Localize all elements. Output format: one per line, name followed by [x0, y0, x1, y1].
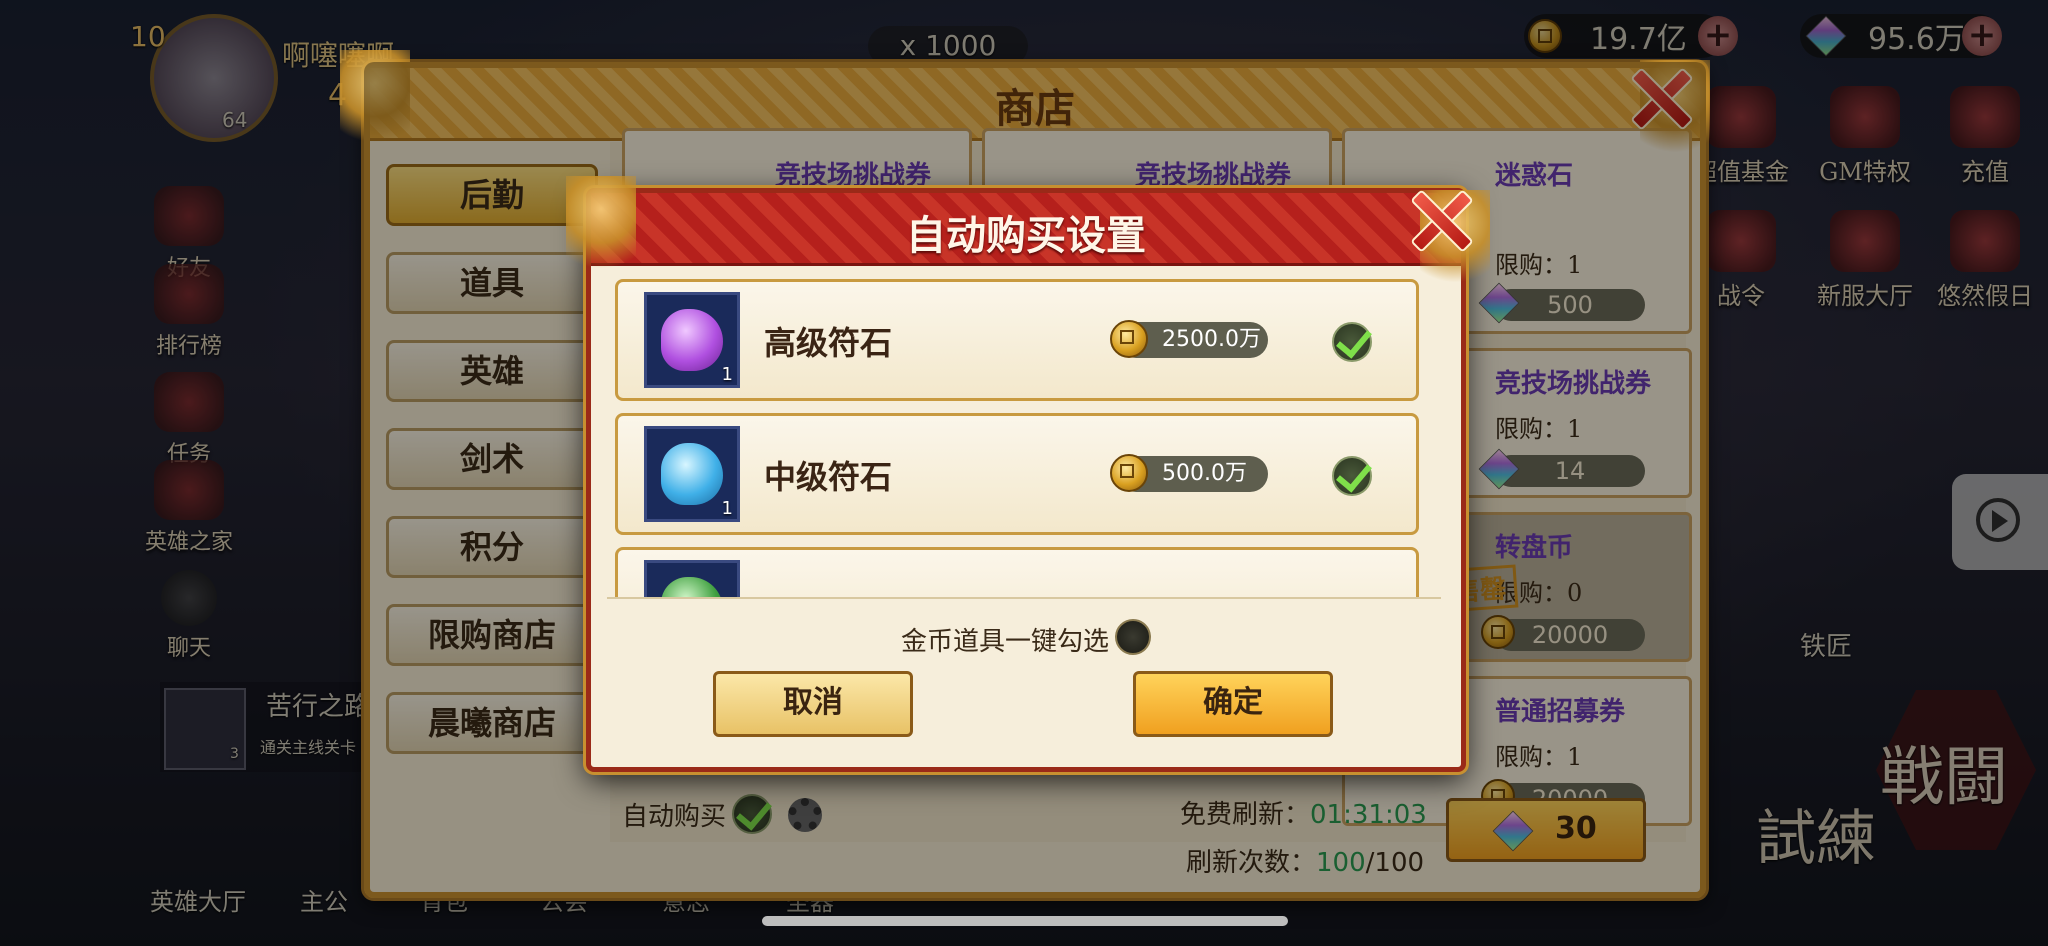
- auto-buy-dialog: 自动购买设置 1 高级符石 2500.0万 1 中级符石 500.0万 金币道具…: [586, 188, 1466, 772]
- dialog-close-button[interactable]: [1408, 188, 1470, 250]
- select-all-coin-items-toggle[interactable]: [1115, 619, 1151, 655]
- green-rune-stone-icon: [661, 577, 723, 597]
- item-name: 高级符石: [764, 324, 893, 362]
- purple-rune-stone-icon: [661, 309, 723, 371]
- gold-flower-decoration: [566, 176, 636, 286]
- item-icon: 1: [644, 292, 740, 388]
- item-name: 中级符石: [764, 458, 893, 496]
- blue-rune-stone-icon: [661, 443, 723, 505]
- item-checkbox[interactable]: [1332, 322, 1372, 362]
- item-icon: [644, 560, 740, 597]
- confirm-button[interactable]: 确定: [1133, 671, 1333, 737]
- item-quantity: 1: [721, 364, 733, 385]
- list-item[interactable]: 1 高级符石 2500.0万: [615, 279, 1419, 401]
- list-item[interactable]: 1 中级符石 500.0万: [615, 413, 1419, 535]
- cancel-button[interactable]: 取消: [713, 671, 913, 737]
- item-quantity: 1: [721, 498, 733, 519]
- home-indicator[interactable]: [762, 916, 1288, 926]
- item-checkbox[interactable]: [1332, 456, 1372, 496]
- item-icon: 1: [644, 426, 740, 522]
- coin-icon: [1110, 454, 1148, 492]
- coin-icon: [1110, 320, 1148, 358]
- auto-buy-item-list[interactable]: 1 高级符石 2500.0万 1 中级符石 500.0万: [607, 279, 1441, 599]
- dialog-title: 自动购买设置: [906, 212, 1146, 259]
- list-item[interactable]: [615, 547, 1419, 597]
- select-all-coin-items-label: 金币道具一键勾选: [901, 627, 1110, 657]
